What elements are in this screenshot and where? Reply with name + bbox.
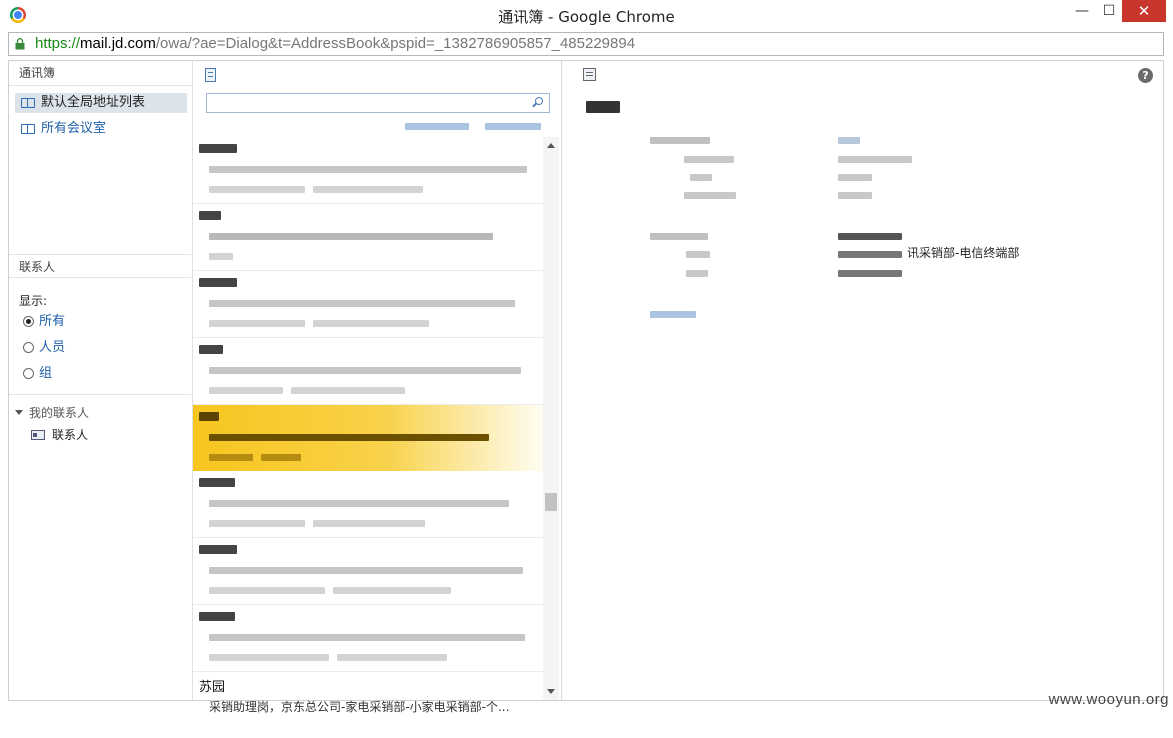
address-book-icon xyxy=(21,97,35,108)
radio-button[interactable] xyxy=(23,342,34,353)
help-icon[interactable]: ? xyxy=(1138,68,1153,83)
url-path: /owa/?ae=Dialog&t=AddressBook&pspid=_138… xyxy=(155,35,636,52)
list-scrollbar[interactable] xyxy=(543,137,559,700)
list-item[interactable] xyxy=(193,137,543,204)
contact-card-icon xyxy=(31,430,45,440)
filter-radio-people[interactable]: 人员 xyxy=(23,339,65,357)
department-text: 讯采销部-电信终端部 xyxy=(907,246,1020,260)
list-item-selected[interactable] xyxy=(193,405,543,471)
detail-label xyxy=(650,133,710,144)
detail-label xyxy=(686,266,708,277)
results-list-pane: 苏园 采销助理岗，京东总公司-家电采销部-小家电采销部-个... xyxy=(193,61,562,714)
list-item[interactable] xyxy=(193,338,543,405)
radio-label: 所有 xyxy=(39,314,66,329)
detail-link[interactable] xyxy=(650,307,696,318)
nav-item-label: 默认全局地址列表 xyxy=(41,95,146,110)
scroll-thumb[interactable] xyxy=(545,493,557,511)
minimize-button[interactable]: — xyxy=(1068,0,1096,22)
radio-button[interactable] xyxy=(23,368,34,379)
lock-icon xyxy=(15,38,25,50)
detail-value xyxy=(838,188,872,199)
radio-label: 组 xyxy=(39,366,53,381)
scroll-up-arrow-icon[interactable] xyxy=(547,143,555,148)
watermark: www.wooyun.org xyxy=(1048,691,1169,708)
filter-radio-groups[interactable]: 组 xyxy=(23,365,52,383)
nav-pane: 通讯簿 默认全局地址列表 所有会议室 联系人 显示: 所有 人员 组 我的联系人… xyxy=(9,61,193,700)
detail-label xyxy=(684,188,736,199)
detail-value xyxy=(838,152,912,163)
detail-value xyxy=(838,170,872,181)
nav-divider xyxy=(9,394,191,395)
url-text: https://mail.jd.com/owa/?ae=Dialog&t=Add… xyxy=(35,35,635,52)
detail-value xyxy=(838,133,860,144)
search-options-links[interactable] xyxy=(405,119,545,133)
list-item[interactable] xyxy=(193,271,543,338)
maximize-button[interactable]: ☐ xyxy=(1096,0,1122,22)
contacts-section-header: 联系人 xyxy=(9,254,191,278)
list-item[interactable]: 苏园 采销助理岗，京东总公司-家电采销部-小家电采销部-个... xyxy=(193,672,543,738)
collapse-triangle-icon[interactable] xyxy=(15,410,23,415)
nav-item-all-rooms[interactable]: 所有会议室 xyxy=(15,119,187,139)
contact-display-name xyxy=(586,99,622,113)
scroll-down-arrow-icon[interactable] xyxy=(547,689,555,694)
url-host: mail.jd.com xyxy=(80,35,156,52)
address-bar[interactable]: https://mail.jd.com/owa/?ae=Dialog&t=Add… xyxy=(8,32,1164,56)
nav-item-label: 所有会议室 xyxy=(41,121,107,136)
list-item[interactable] xyxy=(193,538,543,605)
detail-label xyxy=(684,152,734,163)
my-contacts-label: 我的联系人 xyxy=(29,406,90,420)
contact-detail-pane: ? 讯采销部-电信终端部 xyxy=(562,61,1163,700)
list-item[interactable] xyxy=(193,204,543,271)
filter-radio-all[interactable]: 所有 xyxy=(23,313,65,331)
my-contacts-tree[interactable]: 我的联系人 xyxy=(15,404,89,421)
window-titlebar: 通讯簿 - Google Chrome — ☐ ✕ xyxy=(0,0,1173,30)
list-item[interactable] xyxy=(193,471,543,538)
contact-list: 苏园 采销助理岗，京东总公司-家电采销部-小家电采销部-个... xyxy=(193,137,543,738)
address-book-app: 通讯簿 默认全局地址列表 所有会议室 联系人 显示: 所有 人员 组 我的联系人… xyxy=(8,60,1164,714)
contacts-folder-label: 联系人 xyxy=(52,428,89,442)
detail-label xyxy=(690,170,712,181)
detail-value xyxy=(838,229,902,240)
detail-value xyxy=(838,266,902,277)
detail-label xyxy=(650,229,708,240)
contact-name: 苏园 xyxy=(199,680,226,695)
window-title: 通讯簿 - Google Chrome xyxy=(498,8,675,26)
contact-description: 采销助理岗，京东总公司-家电采销部-小家电采销部-个... xyxy=(209,700,510,714)
radio-label: 人员 xyxy=(39,340,66,355)
search-icon[interactable] xyxy=(535,97,543,105)
close-button[interactable]: ✕ xyxy=(1122,0,1166,22)
url-scheme: https:// xyxy=(35,35,81,52)
detail-value xyxy=(838,247,902,258)
nav-item-global-address-list[interactable]: 默认全局地址列表 xyxy=(15,93,187,113)
contacts-folder[interactable]: 联系人 xyxy=(31,426,88,443)
contact-details-icon[interactable] xyxy=(583,68,596,81)
radio-button[interactable] xyxy=(23,316,34,327)
detail-label xyxy=(686,247,710,258)
list-item[interactable] xyxy=(193,605,543,672)
address-book-icon xyxy=(21,123,35,134)
nav-header: 通讯簿 xyxy=(9,61,192,86)
list-view-icon[interactable] xyxy=(205,68,216,82)
show-filter-label: 显示: xyxy=(19,294,48,308)
search-input[interactable] xyxy=(206,93,550,113)
